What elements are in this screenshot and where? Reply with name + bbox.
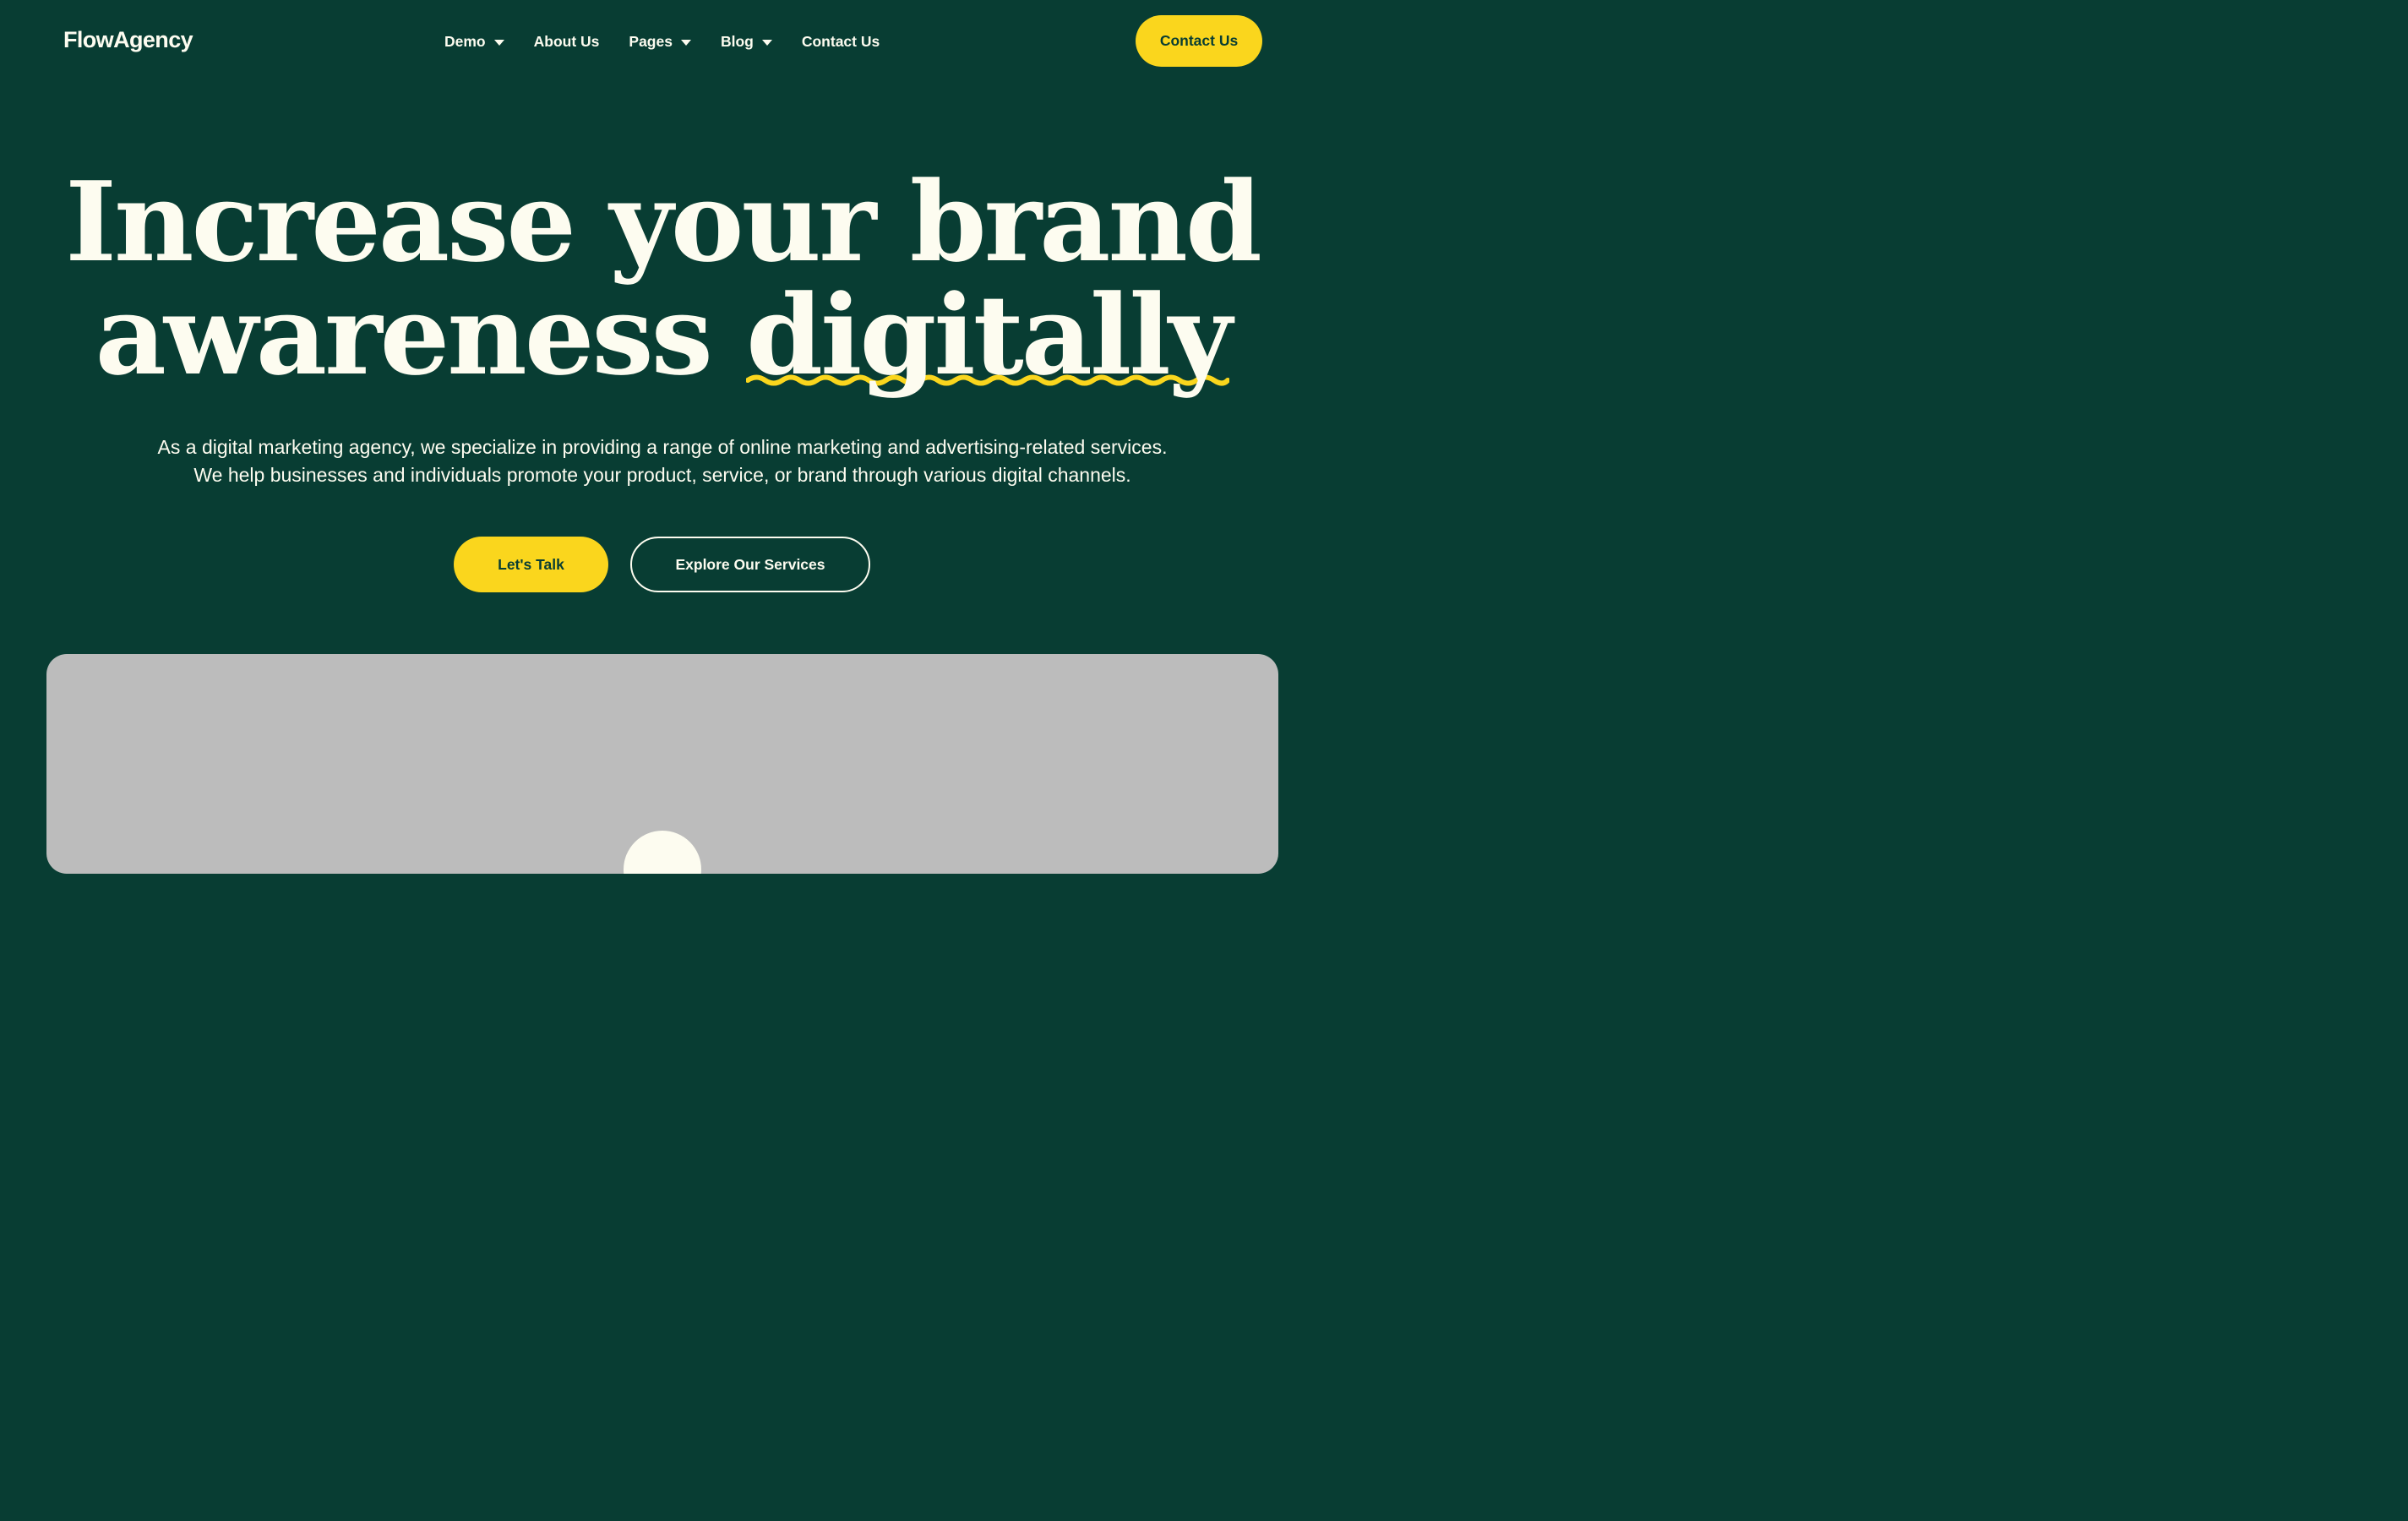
explore-services-button[interactable]: Explore Our Services (630, 537, 870, 592)
hero-subtitle-line-1: As a digital marketing agency, we specia… (157, 436, 1168, 458)
main-menu: Demo About Us Pages Blog Contact Us (444, 30, 880, 52)
top-navigation: FlowAgency Demo About Us Pages Blog Cont… (0, 0, 1325, 83)
caret-down-icon (680, 39, 691, 46)
nav-item-label: Pages (629, 33, 673, 50)
brand-logo[interactable]: FlowAgency (63, 25, 193, 54)
hero-media-panel (46, 654, 1278, 874)
contact-us-button[interactable]: Contact Us (1136, 15, 1262, 67)
nav-item-blog[interactable]: Blog (721, 30, 772, 52)
hero-subtitle-line-2: We help businesses and individuals promo… (193, 464, 1131, 486)
nav-item-pages[interactable]: Pages (629, 30, 691, 52)
nav-item-demo[interactable]: Demo (444, 30, 504, 52)
hero-title-prefix: awareness (95, 270, 713, 400)
nav-item-label: Blog (720, 33, 754, 50)
hero-title: Increase your brand awareness digitally (0, 166, 1325, 392)
hero-title-highlight: digitally (746, 279, 1232, 392)
hero-title-line-1: Increase your brand (65, 157, 1262, 286)
nav-item-contact-us[interactable]: Contact Us (802, 30, 880, 52)
highlight-word: digitally (746, 270, 1232, 400)
caret-down-icon (493, 39, 504, 46)
nav-item-label: Contact Us (801, 33, 880, 50)
nav-item-about-us[interactable]: About Us (534, 30, 600, 52)
nav-item-label: Demo (444, 33, 486, 50)
caret-down-icon (761, 39, 772, 46)
nav-item-label: About Us (533, 33, 600, 50)
hero-subtitle: As a digital marketing agency, we specia… (0, 433, 1325, 489)
hero-title-line-2: awareness digitally (0, 279, 1325, 392)
lets-talk-button[interactable]: Let's Talk (454, 537, 608, 592)
play-icon[interactable] (624, 831, 701, 874)
